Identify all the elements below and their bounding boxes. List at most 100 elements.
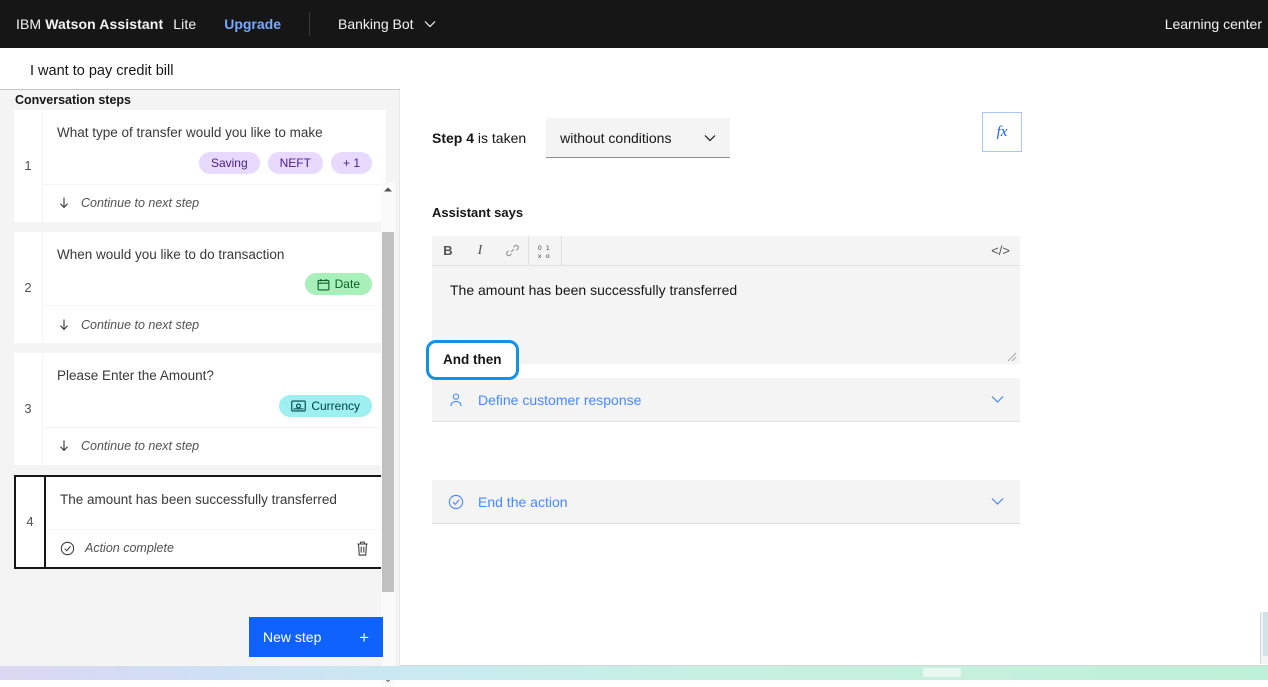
bottom-gradient-strip [0,666,1268,680]
new-step-button[interactable]: New step + [249,617,383,657]
step-chips: Currency [57,394,372,417]
scrollbar-track[interactable] [381,196,395,673]
step-content: Please Enter the Amount? Currency [43,353,386,427]
bold-button[interactable]: B [432,236,464,266]
calendar-icon [317,278,330,291]
assistant-says-editor[interactable]: B I 0 1 x o </> The amount has been succ… [432,235,1020,364]
learning-center-link[interactable]: Learning center [1165,16,1262,32]
svg-text:0: 0 [538,245,542,252]
step-chip[interactable]: + 1 [330,151,372,174]
step-footer-label: Continue to next step [81,196,200,211]
step-question-text: Please Enter the Amount? [57,368,214,384]
resize-handle[interactable] [1005,350,1017,362]
step-content: What type of transfer would you like to … [43,110,386,184]
step-content: The amount has been successfully transfe… [46,477,384,529]
bottom-spacer [400,656,1268,666]
step-chip[interactable]: Saving [198,151,260,174]
chevron-down-icon [991,395,1004,404]
condition-dropdown[interactable]: without conditions [546,118,731,158]
step-body: What type of transfer would you like to … [42,110,386,222]
brand-ibm: IBM [16,16,42,32]
step-chip-label: NEFT [279,155,311,170]
arrow-down-icon [57,318,71,332]
step-chip-label: + 1 [342,155,360,170]
svg-text:o: o [546,253,550,259]
chevron-down-icon [991,497,1004,506]
assistant-says-text[interactable]: The amount has been successfully transfe… [432,266,1020,314]
chevron-down-icon [424,20,436,28]
step-chip-label: Date [334,277,360,292]
step-body: When would you like to do transaction Dat… [42,231,386,344]
step-number: 1 [14,110,42,222]
brand-logo: IBM Watson Assistant Lite [16,16,196,32]
step-footer[interactable]: Continue to next step [43,426,386,465]
svg-text:x: x [538,253,542,259]
step-footer-label: Continue to next step [81,439,200,454]
step-footer[interactable]: Continue to next step [43,305,386,343]
step-chip[interactable]: Currency [279,394,372,417]
step-footer-label: Continue to next step [81,317,200,332]
new-step-bar: New step + [0,617,400,665]
step-card[interactable]: 3 Please Enter the Amount? Currency Continu… [14,353,386,465]
bottom-widget-placeholder [923,668,961,677]
brand-product: Watson Assistant [45,16,164,32]
arrow-down-icon [57,439,71,453]
fx-button-label: fx [996,123,1008,140]
new-step-label: New step [263,629,322,645]
steps-scrollbar[interactable] [381,182,395,687]
page-scrollbar-thumb[interactable] [1263,612,1268,656]
plus-icon: + [359,627,369,647]
step-chip[interactable]: Date [304,273,372,296]
trash-icon[interactable] [355,540,370,557]
code-view-button[interactable]: </> [991,243,1010,258]
action-title-text: I want to pay credit bill [30,63,174,79]
editor-toolbar: B I 0 1 x o </> [432,235,1020,266]
condition-step-label: Step 4 [432,130,475,146]
svg-text:1: 1 [546,245,550,252]
condition-row: Step 4 is taken without conditions [432,118,731,158]
end-the-action-accordion[interactable]: End the action [432,480,1020,524]
link-icon[interactable] [496,236,528,266]
italic-button[interactable]: I [464,236,496,266]
currency-icon [291,400,307,412]
step-number: 3 [14,353,42,465]
plan-badge: Lite [173,16,197,32]
steps-list: 1 What type of transfer would you like to… [0,110,400,605]
variable-icon[interactable]: 0 1 x o [529,236,561,266]
end-the-action-label: End the action [478,493,568,510]
step-number: 2 [14,231,42,344]
top-navigation-bar: IBM Watson Assistant Lite Upgrade Bankin… [0,0,1268,48]
step-detail-panel: Step 4 is taken without conditions fx As… [400,90,1268,656]
and-then-highlight: And then [426,340,519,380]
step-card[interactable]: 4 The amount has been successfully transf… [14,474,386,569]
conversation-steps-panel: Conversation steps 1 What type of transfe… [0,90,400,687]
assistant-says-label: Assistant says [432,205,524,220]
step-footer[interactable]: Continue to next step [43,183,386,222]
condition-dropdown-value: without conditions [560,129,672,146]
step-chip-label: Saving [210,155,248,170]
step-body: The amount has been successfully transfe… [44,476,384,567]
condition-prefix: Step 4 is taken [432,130,526,146]
step-footer[interactable]: Action complete [46,528,384,567]
define-customer-response-accordion[interactable]: Define customer response [432,378,1020,422]
define-customer-response-label: Define customer response [478,391,642,408]
upgrade-link[interactable]: Upgrade [224,16,281,32]
user-icon [448,392,464,408]
toolbar-divider [561,235,562,266]
action-title-field[interactable]: I want to pay credit bill [0,48,400,90]
toolbar-divider [309,12,311,36]
step-body: Please Enter the Amount? Currency Continue… [42,353,386,465]
scrollbar-thumb[interactable] [382,232,394,592]
step-footer-label: Action complete [85,541,174,556]
function-icon[interactable]: fx [982,112,1022,152]
bot-selector[interactable]: Banking Bot [338,16,436,32]
caret-up-icon[interactable] [383,182,393,196]
step-question-text: When would you like to do transaction [57,246,285,262]
step-chip[interactable]: NEFT [267,151,323,174]
step-chips: Date [57,273,372,296]
step-question-text: What type of transfer would you like to … [57,125,323,140]
step-card[interactable]: 1 What type of transfer would you like to… [14,110,386,222]
step-card[interactable]: 2 When would you like to do transaction Da… [14,231,386,344]
arrow-down-icon [57,196,71,210]
step-content: When would you like to do transaction Dat… [43,232,386,306]
